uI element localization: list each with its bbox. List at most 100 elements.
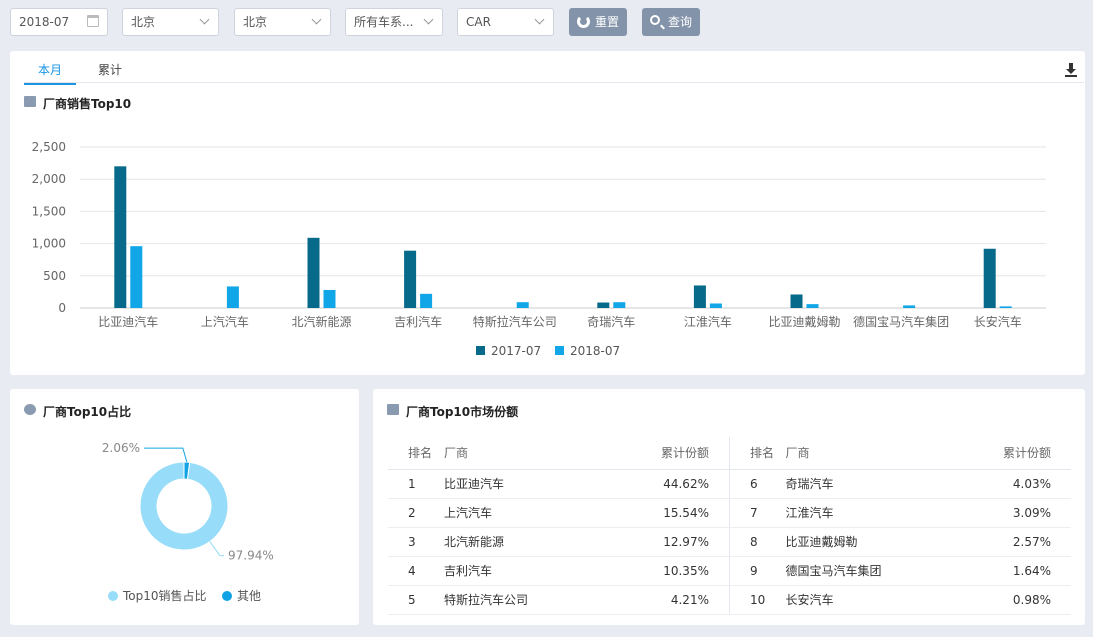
query-button[interactable]: 查询	[642, 8, 700, 36]
donut-chart: 2.06% 97.94% Top10销售占比 其他	[102, 441, 274, 603]
series-value: 所有车系...	[354, 15, 414, 29]
x-tick-label: 比亚迪戴姆勒	[768, 314, 840, 329]
bar-2018-07	[226, 286, 239, 308]
share-cell: 3.09%	[920, 498, 1071, 528]
table-row: 5 特斯拉汽车公司 4.21% 10 长安汽车 0.98%	[388, 585, 1071, 615]
rank-cell: 6	[728, 469, 786, 499]
share-cell: 2.57%	[920, 527, 1071, 557]
x-tick-label: 上汽汽车	[201, 314, 249, 329]
col-rank-header: 排名	[728, 437, 786, 470]
bar-2017-07	[114, 166, 127, 308]
share-cell: 15.54%	[578, 498, 730, 528]
chevron-down-icon	[311, 14, 322, 25]
x-tick-label: 长安汽车	[974, 314, 1022, 329]
legend-swatch	[555, 346, 564, 355]
slice-label: 2.06%	[102, 441, 140, 455]
label-leader	[209, 541, 224, 557]
x-tick-label: 德国宝马汽车集团	[853, 314, 949, 329]
rank-cell: 7	[728, 498, 786, 528]
x-tick-label: 吉利汽车	[394, 314, 442, 329]
rank-cell: 8	[728, 527, 786, 557]
rank-cell: 3	[388, 527, 445, 557]
slice-label: 97.94%	[228, 549, 274, 563]
bar-2018-07	[709, 303, 722, 308]
reset-button[interactable]: 重置	[569, 8, 627, 36]
share-cell: 0.98%	[920, 585, 1071, 615]
city-select[interactable]: 北京	[234, 8, 331, 36]
share-cell: 1.64%	[920, 556, 1071, 586]
table-row: 3 北汽新能源 12.97% 8 比亚迪戴姆勒 2.57%	[388, 527, 1071, 557]
bar-2018-07	[999, 306, 1012, 308]
rank-cell: 2	[388, 498, 445, 528]
rank-cell: 4	[388, 556, 445, 586]
date-picker[interactable]: 2018-07	[10, 8, 108, 36]
col-rank-header: 排名	[388, 437, 445, 470]
y-tick-label: 0	[58, 301, 66, 315]
rank-cell: 9	[728, 556, 786, 586]
share-cell: 4.03%	[920, 469, 1071, 499]
legend-swatch	[108, 591, 118, 601]
rank-cell: 10	[728, 585, 786, 615]
bar-2018-07	[806, 304, 819, 308]
share-table-title-text: 厂商Top10市场份额	[406, 405, 519, 419]
x-tick-label: 比亚迪汽车	[98, 314, 158, 329]
label-leader	[144, 447, 188, 463]
y-tick-label: 1,000	[32, 237, 66, 251]
maker-cell: 江淮汽车	[785, 498, 921, 528]
y-tick-label: 2,000	[32, 172, 66, 186]
bar-2018-07	[903, 305, 916, 308]
bar-chart: 0 500 1,000 1,500 2,000 2,500 比亚迪汽车 上汽汽车 北汽新能源 吉利…	[32, 140, 1046, 358]
bar-2017-07	[404, 250, 417, 308]
rank-cell: 5	[388, 585, 445, 615]
chevron-down-icon	[199, 14, 210, 25]
share-cell: 44.62%	[578, 469, 730, 499]
reset-icon	[577, 15, 590, 28]
maker-cell: 比亚迪戴姆勒	[785, 527, 921, 557]
table-row: 4 吉利汽车 10.35% 9 德国宝马汽车集团 1.64%	[388, 556, 1071, 586]
rank-cell: 1	[388, 469, 445, 499]
vehicle-type-value: CAR	[466, 15, 491, 29]
legend-label: Top10销售占比	[122, 588, 207, 603]
y-tick-label: 1,500	[32, 204, 66, 218]
share-cell: 4.21%	[578, 585, 730, 615]
x-tick-label: 特斯拉汽车公司	[473, 314, 557, 329]
share-table-panel: 厂商Top10市场份额 排名 厂商 累计份额 排名 厂商 累计份额 1 比亚迪汽…	[373, 389, 1085, 625]
col-share-header: 累计份额	[920, 437, 1071, 470]
pie-chart-panel: 厂商Top10占比 2.06% 97.94% Top10销售占比 其他	[10, 389, 359, 625]
province-select[interactable]: 北京	[122, 8, 219, 36]
bar-2017-07	[693, 285, 706, 308]
bar-chart-panel: 本月 累计 厂商销售Top10 0 500 1,000 1,500 2,000 2,500…	[10, 51, 1085, 375]
col-maker-header: 厂商	[785, 437, 921, 470]
table-header-row: 排名 厂商 累计份额 排名 厂商 累计份额	[388, 437, 1071, 470]
bar-2018-07	[516, 302, 529, 308]
vehicle-type-select[interactable]: CAR	[457, 8, 554, 36]
x-tick-label: 江淮汽车	[684, 314, 732, 329]
col-maker-header: 厂商	[444, 437, 579, 470]
maker-cell: 上汽汽车	[444, 498, 579, 528]
maker-cell: 特斯拉汽车公司	[444, 585, 579, 615]
calendar-icon	[87, 15, 99, 27]
legend-label: 2017-07	[491, 344, 541, 358]
query-label: 查询	[668, 15, 693, 29]
reset-label: 重置	[595, 15, 620, 29]
legend-label: 其他	[237, 589, 261, 603]
series-select[interactable]: 所有车系...	[345, 8, 443, 36]
share-cell: 10.35%	[578, 556, 730, 586]
maker-cell: 长安汽车	[785, 585, 921, 615]
col-share-header: 累计份额	[578, 437, 730, 470]
filter-bar: 2018-07 北京 北京 所有车系... CAR 重置 查询	[0, 0, 1093, 44]
bar-2017-07	[597, 302, 610, 308]
legend-swatch	[476, 346, 485, 355]
bar-2018-07	[420, 293, 433, 308]
table-icon	[387, 404, 399, 415]
maker-cell: 吉利汽车	[444, 556, 579, 586]
chevron-down-icon	[534, 14, 545, 25]
bar-2018-07	[613, 302, 626, 308]
bar-2018-07	[323, 289, 336, 308]
x-tick-label: 北汽新能源	[291, 314, 351, 329]
maker-cell: 奇瑞汽车	[785, 469, 921, 499]
search-icon	[650, 15, 660, 25]
legend-label: 2018-07	[570, 344, 620, 358]
maker-cell: 北汽新能源	[444, 527, 579, 557]
chevron-down-icon	[423, 14, 434, 25]
